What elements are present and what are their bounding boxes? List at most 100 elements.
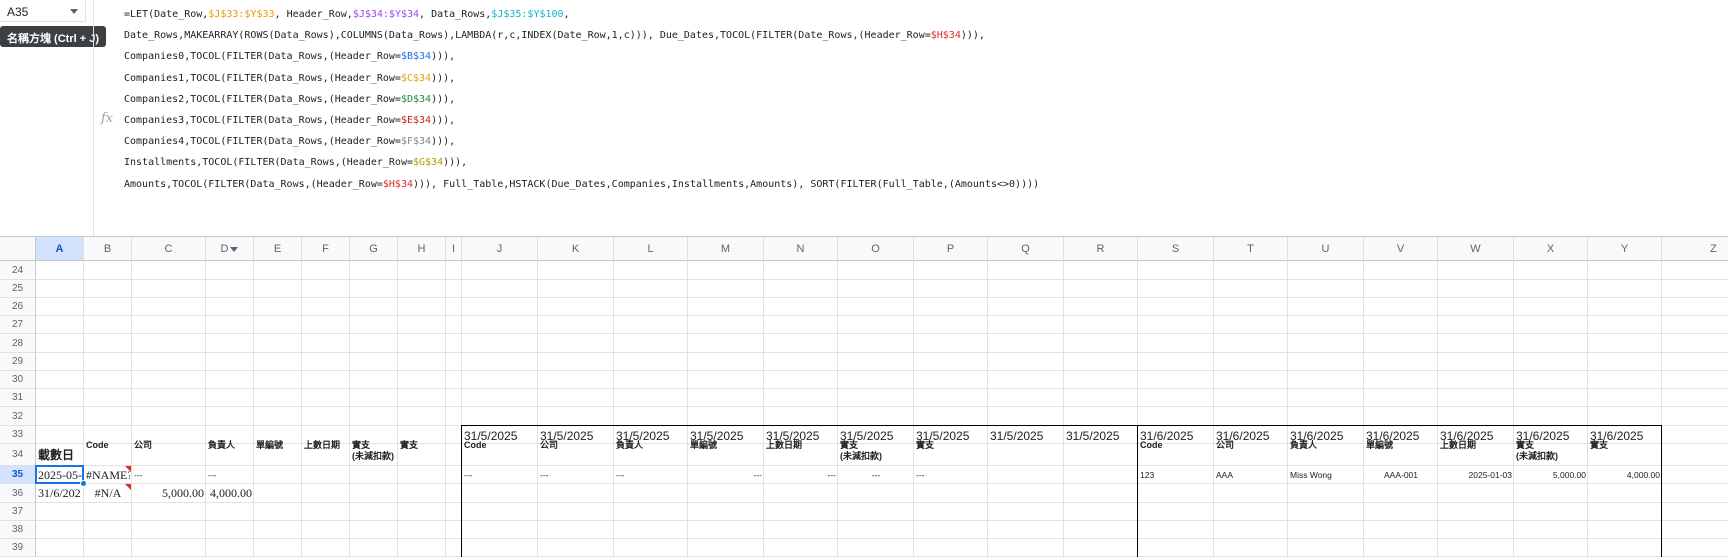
data-cell[interactable]: --- bbox=[616, 466, 686, 484]
row-header-26[interactable]: 26 bbox=[0, 298, 36, 316]
column-label-cell[interactable]: 公司 bbox=[134, 440, 204, 466]
column-label-cell[interactable]: 上數日期 bbox=[1440, 440, 1512, 466]
data-cell[interactable]: Miss Wong bbox=[1290, 466, 1362, 484]
column-label-cell[interactable]: 實支 bbox=[916, 440, 986, 466]
grid-column-line bbox=[687, 261, 688, 557]
column-label-cell[interactable]: 負責人 bbox=[1290, 440, 1362, 466]
name-box-dropdown-icon[interactable] bbox=[70, 9, 78, 14]
data-cell[interactable]: 4,000.00 bbox=[208, 484, 252, 503]
column-header-b[interactable]: B bbox=[84, 237, 132, 261]
column-header-r[interactable]: R bbox=[1064, 237, 1138, 261]
row-header-39[interactable]: 39 bbox=[0, 539, 36, 557]
data-cell[interactable]: --- bbox=[690, 466, 763, 484]
data-cell[interactable]: --- bbox=[208, 466, 252, 484]
date-header-cell[interactable]: 31/5/2025 bbox=[1066, 426, 1136, 444]
column-header-a[interactable]: A bbox=[36, 237, 84, 261]
column-label-cell[interactable]: 實支 bbox=[400, 440, 444, 466]
formula-range-ref: $J$33:$Y$33 bbox=[208, 9, 275, 20]
formula-input[interactable]: =LET(Date_Row,$J$33:$Y$33, Header_Row,$J… bbox=[124, 4, 1039, 195]
column-header-l[interactable]: L bbox=[614, 237, 688, 261]
data-cell[interactable]: AAA bbox=[1216, 466, 1286, 484]
column-label-cell[interactable]: 單編號 bbox=[1366, 440, 1436, 466]
select-all-corner[interactable] bbox=[0, 237, 36, 261]
data-cell[interactable]: 123 bbox=[1140, 466, 1212, 484]
row-header-25[interactable]: 25 bbox=[0, 280, 36, 298]
column-header-n[interactable]: N bbox=[764, 237, 838, 261]
data-cell[interactable]: 5,000.00 bbox=[1516, 466, 1586, 484]
data-cell[interactable]: --- bbox=[134, 466, 204, 484]
column-label-cell[interactable]: 公司 bbox=[540, 440, 612, 466]
column-label-cell[interactable]: 上數日期 bbox=[766, 440, 836, 466]
column-header-c[interactable]: C bbox=[132, 237, 206, 261]
column-label-cell[interactable]: 上數日期 bbox=[304, 440, 348, 466]
data-cell[interactable]: 5,000.00 bbox=[134, 484, 204, 503]
column-header-g[interactable]: G bbox=[350, 237, 398, 261]
column-header-s[interactable]: S bbox=[1138, 237, 1214, 261]
column-label-cell[interactable]: 負責人 bbox=[616, 440, 686, 466]
row-header-32[interactable]: 32 bbox=[0, 407, 36, 426]
column-header-t[interactable]: T bbox=[1214, 237, 1288, 261]
column-header-w[interactable]: W bbox=[1438, 237, 1514, 261]
column-header-p[interactable]: P bbox=[914, 237, 988, 261]
column-header-e[interactable]: E bbox=[254, 237, 302, 261]
row-header-28[interactable]: 28 bbox=[0, 334, 36, 353]
column-label-cell[interactable]: 載數日期 bbox=[38, 444, 82, 466]
column-label-cell[interactable]: 實支 (未減扣款) bbox=[1516, 440, 1586, 466]
column-label-cell[interactable]: 實支 (未減扣款) bbox=[352, 440, 396, 466]
column-label-cell[interactable]: 實支 (未減扣款) bbox=[840, 440, 912, 466]
column-header-j[interactable]: J bbox=[462, 237, 538, 261]
column-header-v[interactable]: V bbox=[1364, 237, 1438, 261]
date-header-cell[interactable]: 31/5/2025 bbox=[990, 426, 1062, 444]
row-header-29[interactable]: 29 bbox=[0, 353, 36, 371]
column-header-i[interactable]: I bbox=[446, 237, 462, 261]
grid-column-line bbox=[613, 261, 614, 557]
column-header-y[interactable]: Y bbox=[1588, 237, 1662, 261]
column-header-z[interactable]: Z bbox=[1662, 237, 1728, 261]
row-header-38[interactable]: 38 bbox=[0, 521, 36, 539]
row-header-27[interactable]: 27 bbox=[0, 316, 36, 334]
data-cell[interactable]: --- bbox=[916, 466, 986, 484]
row-header-31[interactable]: 31 bbox=[0, 389, 36, 407]
data-cell[interactable]: --- bbox=[840, 466, 912, 484]
data-cell[interactable]: AAA-001 bbox=[1366, 466, 1436, 484]
row-header-30[interactable]: 30 bbox=[0, 371, 36, 389]
data-cell[interactable]: --- bbox=[766, 466, 837, 484]
column-header-d[interactable]: D bbox=[206, 237, 254, 261]
fill-handle[interactable] bbox=[80, 480, 87, 487]
column-label-cell[interactable]: 單編號 bbox=[690, 440, 762, 466]
column-header-q[interactable]: Q bbox=[988, 237, 1064, 261]
row-header-37[interactable]: 37 bbox=[0, 503, 36, 521]
column-header-x[interactable]: X bbox=[1514, 237, 1588, 261]
data-cell[interactable]: #N/A bbox=[86, 484, 130, 503]
column-label-cell[interactable]: 公司 bbox=[1216, 440, 1286, 466]
row-header-33[interactable]: 33 bbox=[0, 426, 36, 444]
column-header-u[interactable]: U bbox=[1288, 237, 1364, 261]
data-cell[interactable]: 31/6/202 bbox=[38, 484, 82, 503]
column-label-cell[interactable]: 負責人 bbox=[208, 440, 252, 466]
column-header-o[interactable]: O bbox=[838, 237, 914, 261]
row-header-24[interactable]: 24 bbox=[0, 261, 36, 280]
data-cell[interactable]: 4,000.00 bbox=[1590, 466, 1660, 484]
column-label-cell[interactable]: Code bbox=[1140, 440, 1212, 466]
data-cell[interactable]: --- bbox=[540, 466, 612, 484]
data-cell[interactable]: 2025-01-03 bbox=[1440, 466, 1512, 484]
column-header-h[interactable]: H bbox=[398, 237, 446, 261]
column-header-k[interactable]: K bbox=[538, 237, 614, 261]
data-cell[interactable]: 2025-05-3 bbox=[38, 466, 82, 484]
column-label-cell[interactable]: Code bbox=[464, 440, 536, 466]
column-label-cell[interactable]: Code bbox=[86, 440, 130, 466]
formula-line: Companies2,TOCOL(FILTER(Data_Rows,(Heade… bbox=[124, 93, 456, 105]
row-header-35[interactable]: 35 bbox=[0, 466, 36, 484]
column-label-cell[interactable]: 單編號 bbox=[256, 440, 300, 466]
row-header-36[interactable]: 36 bbox=[0, 484, 36, 503]
column-header-m[interactable]: M bbox=[688, 237, 764, 261]
row-header-34[interactable]: 34 bbox=[0, 444, 36, 466]
formula-line: Companies3,TOCOL(FILTER(Data_Rows,(Heade… bbox=[124, 115, 456, 127]
column-header-f[interactable]: F bbox=[302, 237, 350, 261]
formula-range-ref: $H$34 bbox=[930, 30, 961, 42]
data-cell[interactable]: --- bbox=[464, 466, 536, 484]
data-cell[interactable]: #NAME? bbox=[86, 466, 130, 484]
spreadsheet-grid[interactable]: A B C D E F G H I J K L M N O P Q R S T U V W X Y Z 24 25 26 27 28 29 30… bbox=[0, 237, 1728, 557]
column-label-cell[interactable]: 實支 bbox=[1590, 440, 1660, 466]
column-filter-dropdown-icon[interactable] bbox=[230, 246, 239, 252]
